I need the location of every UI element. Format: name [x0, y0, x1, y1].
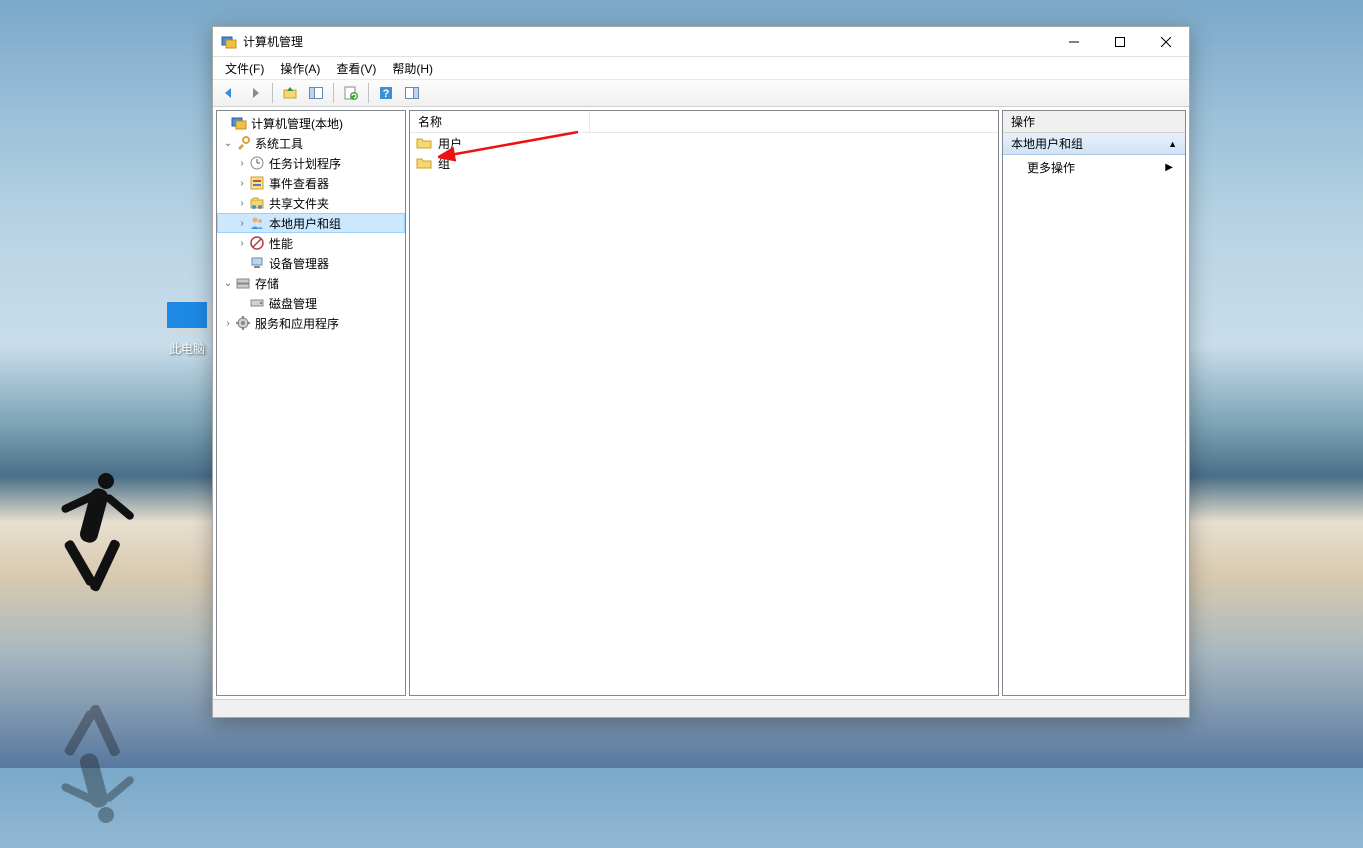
list-item-users[interactable]: 用户	[410, 133, 998, 153]
folder-up-icon	[282, 85, 298, 101]
window-title: 计算机管理	[243, 33, 303, 50]
event-viewer-icon	[249, 175, 265, 191]
tree-label: 共享文件夹	[269, 195, 329, 212]
panes-icon	[308, 85, 324, 101]
wallpaper-runner-reflection	[30, 648, 150, 848]
content-area: ▶ 计算机管理(本地) ⌄ 系统工具 › 任务计划程序	[213, 107, 1189, 699]
refresh-icon	[343, 85, 359, 101]
svg-text:?: ?	[383, 88, 390, 100]
disk-mgmt-icon	[249, 295, 265, 311]
twisty-collapsed-icon[interactable]: ›	[235, 178, 249, 189]
show-hide-tree-button[interactable]	[304, 82, 328, 104]
folder-icon	[416, 155, 432, 171]
tree-label: 事件查看器	[269, 175, 329, 192]
forward-button[interactable]	[243, 82, 267, 104]
twisty-collapsed-icon[interactable]: ›	[235, 238, 249, 249]
forward-arrow-icon	[247, 85, 263, 101]
actions-section-label: 本地用户和组	[1011, 135, 1083, 152]
tree-system-tools[interactable]: ⌄ 系统工具	[217, 133, 405, 153]
statusbar	[213, 699, 1189, 717]
tree-label: 设备管理器	[269, 255, 329, 272]
list-item-label: 组	[438, 155, 450, 172]
users-groups-icon	[249, 215, 265, 231]
minimize-button[interactable]	[1051, 27, 1097, 56]
tree-root[interactable]: ▶ 计算机管理(本地)	[217, 113, 405, 133]
tree-performance[interactable]: › 性能	[217, 233, 405, 253]
services-icon	[235, 315, 251, 331]
actions-section-header[interactable]: 本地用户和组 ▲	[1003, 133, 1185, 155]
tools-icon	[235, 135, 251, 151]
menu-help[interactable]: 帮助(H)	[386, 58, 439, 79]
performance-icon	[249, 235, 265, 251]
twisty-expanded-icon[interactable]: ⌄	[221, 138, 235, 149]
twisty-expanded-icon[interactable]: ⌄	[221, 278, 235, 289]
tree-label: 服务和应用程序	[255, 315, 339, 332]
menu-action[interactable]: 操作(A)	[274, 58, 326, 79]
actions-panel: 操作 本地用户和组 ▲ 更多操作 ▶	[1002, 110, 1186, 696]
tree-services-apps[interactable]: › 服务和应用程序	[217, 313, 405, 333]
tree-label: 系统工具	[255, 135, 303, 152]
computer-management-window: 计算机管理 文件(F) 操作(A) 查看(V) 帮助(H)	[212, 26, 1190, 718]
help-button[interactable]: ?	[374, 82, 398, 104]
back-button[interactable]	[217, 82, 241, 104]
menubar: 文件(F) 操作(A) 查看(V) 帮助(H)	[213, 57, 1189, 79]
list-item-label: 用户	[438, 135, 462, 152]
list-body[interactable]: 用户 组	[410, 133, 998, 695]
tree-task-scheduler[interactable]: › 任务计划程序	[217, 153, 405, 173]
storage-icon	[235, 275, 251, 291]
tree-label: 磁盘管理	[269, 295, 317, 312]
submenu-arrow-icon: ▶	[1165, 162, 1173, 173]
twisty-collapsed-icon[interactable]: ›	[235, 158, 249, 169]
tree-label: 任务计划程序	[269, 155, 341, 172]
maximize-button[interactable]	[1097, 27, 1143, 56]
close-button[interactable]	[1143, 27, 1189, 56]
tree-panel: ▶ 计算机管理(本地) ⌄ 系统工具 › 任务计划程序	[216, 110, 406, 696]
back-arrow-icon	[221, 85, 237, 101]
twisty-collapsed-icon[interactable]: ›	[235, 198, 249, 209]
twisty-collapsed-icon[interactable]: ›	[235, 218, 249, 229]
nav-tree[interactable]: ▶ 计算机管理(本地) ⌄ 系统工具 › 任务计划程序	[217, 111, 405, 335]
twisty-collapsed-icon[interactable]: ›	[221, 318, 235, 329]
clock-icon	[249, 155, 265, 171]
refresh-button[interactable]	[339, 82, 363, 104]
list-item-groups[interactable]: 组	[410, 153, 998, 173]
actions-panel-title: 操作	[1003, 111, 1185, 133]
tree-label: 计算机管理(本地)	[251, 115, 343, 132]
menu-file[interactable]: 文件(F)	[219, 58, 270, 79]
toolbar: ?	[213, 79, 1189, 107]
folder-icon	[416, 135, 432, 151]
titlebar[interactable]: 计算机管理	[213, 27, 1189, 57]
show-actions-button[interactable]	[400, 82, 424, 104]
tree-shared-folders[interactable]: › 共享文件夹	[217, 193, 405, 213]
list-header[interactable]: 名称	[410, 111, 998, 133]
help-icon: ?	[378, 85, 394, 101]
tree-label: 本地用户和组	[269, 215, 341, 232]
tree-local-users-groups[interactable]: › 本地用户和组	[217, 213, 405, 233]
tree-storage[interactable]: ⌄ 存储	[217, 273, 405, 293]
menu-view[interactable]: 查看(V)	[330, 58, 382, 79]
tree-event-viewer[interactable]: › 事件查看器	[217, 173, 405, 193]
monitor-icon	[165, 300, 209, 330]
list-panel: 名称 用户 组	[409, 110, 999, 696]
actions-item-more[interactable]: 更多操作 ▶	[1003, 155, 1185, 179]
actions-item-label: 更多操作	[1027, 159, 1075, 176]
collapse-triangle-icon[interactable]: ▲	[1168, 139, 1177, 149]
tree-device-manager[interactable]: › 设备管理器	[217, 253, 405, 273]
shared-folders-icon	[249, 195, 265, 211]
column-name[interactable]: 名称	[410, 111, 590, 132]
wallpaper-runner	[30, 448, 150, 648]
tree-disk-management[interactable]: › 磁盘管理	[217, 293, 405, 313]
up-button[interactable]	[278, 82, 302, 104]
device-manager-icon	[249, 255, 265, 271]
tree-label: 性能	[269, 235, 293, 252]
computer-mgmt-icon	[231, 115, 247, 131]
panes2-icon	[404, 85, 420, 101]
app-icon	[221, 34, 237, 50]
tree-label: 存储	[255, 275, 279, 292]
